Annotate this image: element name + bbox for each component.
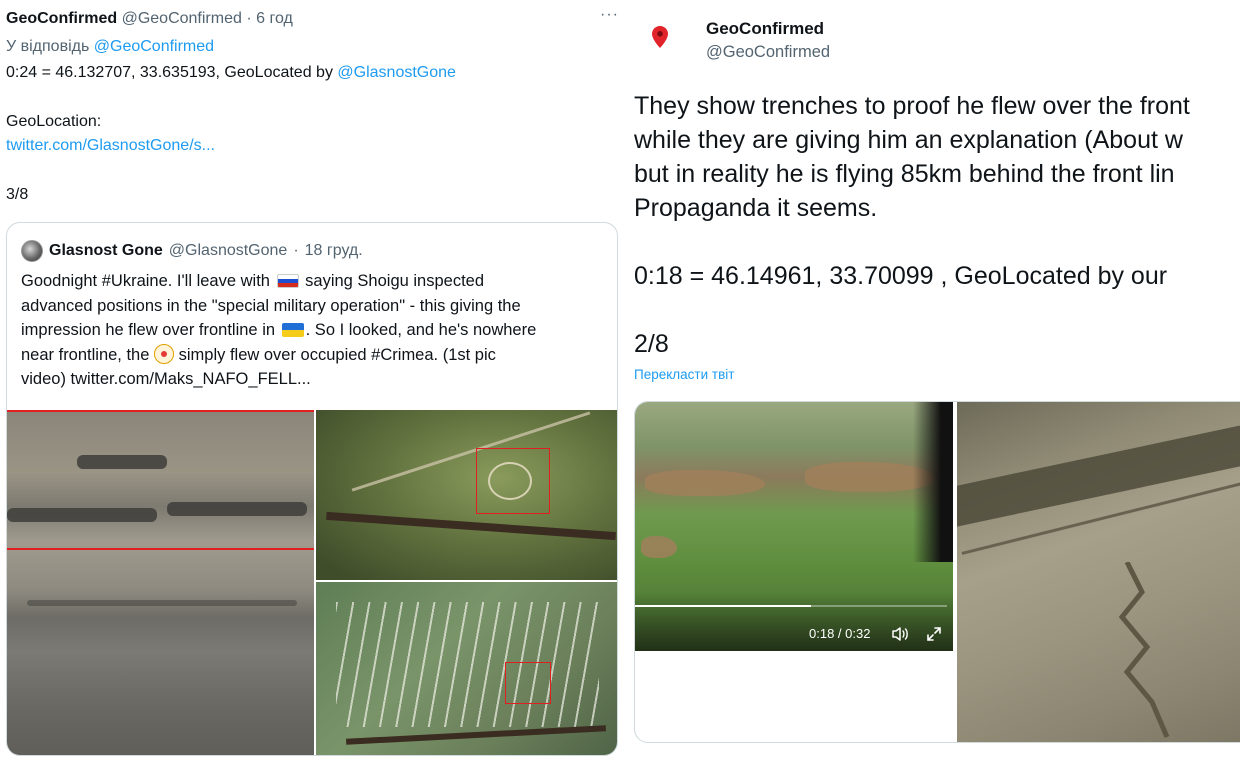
more-dots-icon[interactable]: ··· (600, 6, 619, 24)
trench-band (167, 502, 307, 516)
tweet-text-line: They show trenches to proof he flew over… (634, 92, 1190, 120)
author-handle[interactable]: @GeoConfirmed (706, 43, 830, 62)
quoted-tweet[interactable]: Glasnost Gone @GlasnostGone · 18 груд. G… (6, 222, 618, 756)
quoted-author-name[interactable]: Glasnost Gone (49, 242, 163, 260)
video-progress-fill (635, 605, 811, 607)
quoted-tweet-time[interactable]: 18 груд. (305, 242, 363, 260)
avatar[interactable] (21, 240, 43, 262)
video-controls-shade (635, 591, 953, 651)
satellite-image-top[interactable] (316, 410, 617, 580)
geolocation-label: GeoLocation: (6, 113, 102, 130)
video-time-readout: 0:18 / 0:32 (809, 626, 871, 641)
quote-line: near frontline, the simply flew over occ… (21, 343, 606, 368)
reply-line: У відповідь @GeoConfirmed (6, 38, 214, 56)
expand-icon[interactable] (926, 626, 942, 642)
dirt-mound (641, 536, 677, 558)
geolocation-link[interactable]: twitter.com/GlasnostGone/s... (6, 137, 215, 155)
satellite-trench (346, 725, 606, 745)
clown-emoji-icon (154, 343, 175, 364)
left-tweet: GeoConfirmed @GeoConfirmed · 6 год ··· У… (0, 0, 622, 760)
video-player[interactable]: 0:18 / 0:32 (635, 402, 953, 651)
satellite-dark-strip (957, 410, 1240, 530)
red-guide-line (7, 548, 314, 550)
volume-icon[interactable] (891, 626, 909, 642)
coords-line: 0:24 = 46.132707, 33.635193, GeoLocated … (6, 64, 456, 82)
tweet-text-line: while they are giving him an explanation… (634, 126, 1183, 154)
quote-text: Goodnight #Ukraine. I'll leave with (21, 272, 270, 290)
red-guide-line (7, 410, 314, 412)
coords-text: 0:24 = 46.132707, 33.635193, GeoLocated … (6, 64, 333, 81)
quote-text: saying Shoigu inspected (305, 272, 485, 290)
satellite-image-bottom[interactable] (316, 582, 617, 755)
tweet-time[interactable]: 6 год (256, 10, 293, 27)
satellite-image[interactable] (957, 402, 1240, 742)
right-tweet: GeoConfirmed @GeoConfirmed They show tre… (622, 0, 1240, 760)
satellite-trench (326, 511, 616, 541)
coords-credit-link[interactable]: @GlasnostGone (337, 64, 456, 81)
quote-line: video) twitter.com/Maks_NAFO_FELL... (21, 370, 311, 388)
author-handle[interactable]: @GeoConfirmed (122, 10, 242, 27)
highlight-box (505, 662, 551, 704)
reply-prefix: У відповідь (6, 38, 90, 55)
dirt-mound (645, 470, 765, 496)
trench-band (7, 508, 157, 522)
thread-counter: 2/8 (634, 330, 669, 358)
video-dark-edge (913, 402, 953, 562)
coords-line: 0:18 = 46.14961, 33.70099 , GeoLocated b… (634, 262, 1168, 290)
thread-counter: 3/8 (6, 186, 29, 203)
author-name[interactable]: GeoConfirmed (706, 19, 824, 39)
quote-text: . So I looked, and he's nowhere (305, 321, 537, 339)
trench-band (27, 600, 297, 606)
quoted-tweet-header: Glasnost Gone @GlasnostGone · 18 груд. (21, 240, 363, 262)
quote-line: advanced positions in the "special milit… (21, 296, 521, 315)
tweet-media: 0:18 / 0:32 (634, 401, 1240, 743)
quote-line: impression he flew over frontline in . S… (21, 318, 606, 343)
quoted-author-handle[interactable]: @GlasnostGone (169, 242, 288, 260)
location-pin-icon[interactable] (652, 26, 668, 48)
quoted-tweet-text: Goodnight #Ukraine. I'll leave with sayi… (21, 269, 606, 392)
translate-tweet-link[interactable]: Перекласти твіт (634, 367, 734, 382)
trench-band (77, 455, 167, 469)
video-still-image[interactable] (7, 410, 314, 755)
ukraine-flag-icon (281, 323, 304, 337)
quote-line: Goodnight #Ukraine. I'll leave with sayi… (21, 269, 606, 294)
separator-dot: · (246, 10, 252, 27)
tweet-text-line: Propaganda it seems. (634, 194, 878, 222)
left-tweet-header: GeoConfirmed @GeoConfirmed · 6 год (6, 10, 293, 28)
satellite-circle-feature (488, 462, 532, 500)
field-grid (336, 602, 599, 727)
tweet-text-line: but in reality he is flying 85km behind … (634, 160, 1175, 188)
russia-flag-icon (276, 274, 299, 288)
author-name[interactable]: GeoConfirmed (6, 10, 117, 27)
reply-to-link[interactable]: @GeoConfirmed (94, 38, 214, 55)
satellite-road (351, 411, 591, 492)
quote-text: simply flew over occupied #Crimea. (1st … (178, 345, 496, 364)
quote-text: near frontline, the (21, 345, 150, 364)
zigzag-trench (1118, 562, 1170, 738)
separator-dot: · (293, 242, 299, 259)
quote-text: impression he flew over frontline in (21, 321, 276, 339)
video-progress-bar[interactable] (635, 605, 947, 607)
